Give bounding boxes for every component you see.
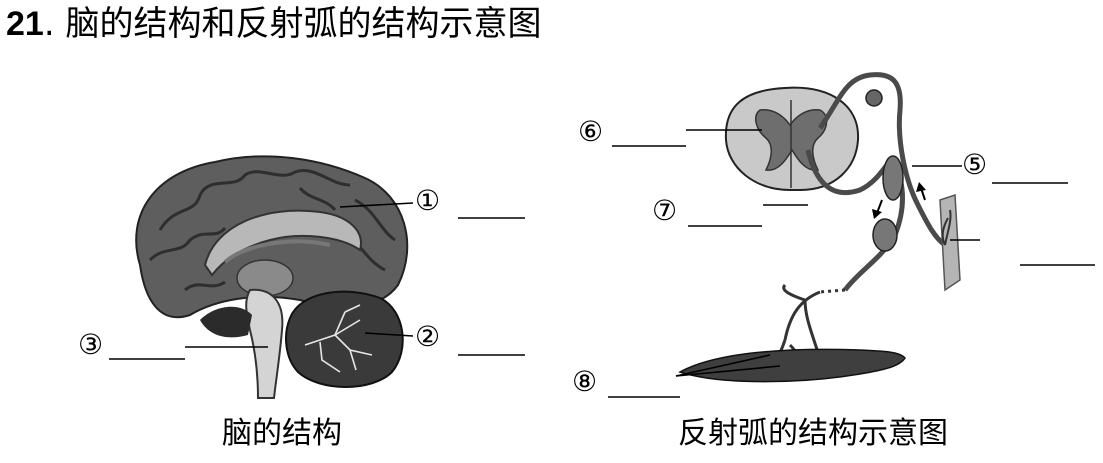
brain-label-3: ③ — [78, 328, 104, 361]
reflex-label-6: ⑥ — [578, 115, 604, 148]
reflex-arc-illustration — [678, 72, 961, 383]
reflex-label-7: ⑦ — [652, 194, 678, 227]
reflex-label-8: ⑧ — [572, 365, 598, 398]
brain-caption: 脑的结构 — [222, 416, 342, 451]
brain-label-2: ② — [415, 320, 441, 353]
brain-label-1: ① — [415, 184, 441, 217]
brainstem — [245, 288, 284, 399]
brain-illustration — [135, 155, 409, 399]
reflex-arc-caption: 反射弧的结构示意图 — [678, 416, 948, 451]
diagram-canvas — [109, 72, 1095, 399]
effector-muscle — [678, 348, 906, 383]
cerebellum — [285, 290, 404, 388]
reflex-label-5: ⑤ — [962, 148, 988, 181]
